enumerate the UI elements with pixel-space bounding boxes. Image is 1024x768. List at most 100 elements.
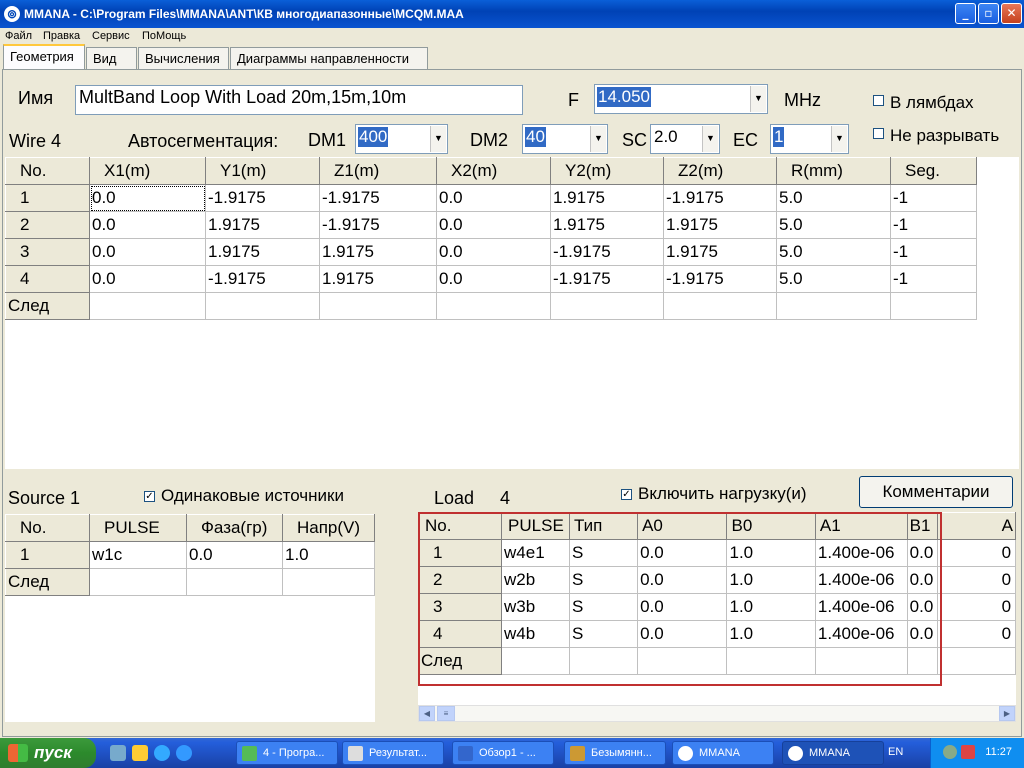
alert-icon[interactable] — [961, 745, 975, 759]
grid-cell[interactable]: 0.0 — [906, 593, 938, 621]
load-col-b1[interactable]: B1 — [906, 512, 938, 540]
chevron-down-icon[interactable]: ▼ — [430, 126, 446, 152]
grid-cell[interactable]: 1.9175 — [205, 211, 320, 239]
grid-cell[interactable]: 5.0 — [776, 265, 891, 293]
dm2-combo[interactable]: 40 ▼ — [522, 124, 608, 154]
grid-cell[interactable]: -1.9175 — [319, 211, 437, 239]
row-header-next[interactable]: След — [5, 568, 90, 596]
clock[interactable]: 11:27 — [985, 746, 1012, 758]
menu-service[interactable]: Сервис — [92, 30, 130, 42]
source-col-no[interactable]: No. — [5, 514, 90, 542]
grid-cell[interactable]: -1 — [890, 265, 977, 293]
grid-cell[interactable]: 1.9175 — [663, 238, 777, 266]
grid-cell[interactable]: 1.400e-06 — [814, 566, 908, 594]
grid-cell[interactable]: w1c — [89, 541, 187, 569]
maximize-button[interactable]: ▫ — [978, 3, 999, 24]
title-bar[interactable]: ⊚ MMANA - C:\Program Files\MMANA\ANT\КВ … — [0, 0, 1024, 28]
grid-cell[interactable]: 0 — [936, 593, 1016, 621]
load-col-type[interactable]: Тип — [568, 512, 639, 540]
grid-cell[interactable]: 1.0 — [282, 541, 375, 569]
grid-cell[interactable]: -1.9175 — [550, 238, 664, 266]
wire-col-seg[interactable]: Seg. — [890, 157, 977, 185]
taskbar-item[interactable]: MMANA — [672, 741, 774, 765]
grid-cell[interactable]: w3b — [501, 593, 570, 621]
grid-cell[interactable]: 1.400e-06 — [814, 620, 908, 648]
chevron-down-icon[interactable]: ▼ — [750, 86, 766, 112]
grid-cell[interactable]: 0.0 — [186, 541, 283, 569]
start-button[interactable]: пуск — [0, 738, 96, 768]
grid-cell[interactable]: 0.0 — [89, 265, 206, 293]
grid-cell[interactable]: 0.0 — [436, 238, 551, 266]
row-header[interactable]: 1 — [5, 184, 90, 212]
wire-col-r[interactable]: R(mm) — [776, 157, 891, 185]
grid-cell[interactable]: -1 — [890, 238, 977, 266]
grid-cell[interactable]: 1.9175 — [550, 184, 664, 212]
row-header[interactable]: 4 — [5, 265, 90, 293]
grid-cell[interactable] — [726, 647, 816, 675]
grid-cell[interactable]: 1.9175 — [319, 238, 437, 266]
grid-cell[interactable]: 5.0 — [776, 184, 891, 212]
wire-col-x2[interactable]: X2(m) — [436, 157, 551, 185]
grid-cell[interactable] — [568, 647, 639, 675]
checkbox-icon[interactable] — [873, 128, 884, 139]
wire-grid[interactable]: No. X1(m) Y1(m) Z1(m) X2(m) Y2(m) Z2(m) … — [5, 157, 1019, 469]
wire-col-no[interactable]: No. — [5, 157, 90, 185]
grid-cell[interactable]: S — [568, 539, 639, 567]
grid-cell[interactable] — [89, 292, 206, 320]
row-header[interactable]: 3 — [418, 593, 503, 621]
name-input[interactable]: MultBand Loop With Load 20m,15m,10m — [75, 85, 523, 115]
grid-cell[interactable]: 0.0 — [436, 265, 551, 293]
grid-cell[interactable]: 0.0 — [906, 539, 938, 567]
nobreak-checkbox[interactable]: Не разрывать — [873, 126, 999, 146]
load-grid[interactable]: No. PULSE Тип A0 B0 A1 B1 A 1 w4e1 S 0.0… — [418, 512, 1016, 705]
grid-cell[interactable]: w4e1 — [501, 539, 570, 567]
grid-cell[interactable]: 0.0 — [637, 566, 728, 594]
row-header[interactable]: 2 — [418, 566, 503, 594]
source-grid[interactable]: No. PULSE Фаза(гр) Напр(V) 1 w1c 0.0 1.0… — [5, 514, 375, 722]
grid-cell[interactable]: S — [568, 593, 639, 621]
grid-cell[interactable]: 0 — [936, 620, 1016, 648]
grid-cell[interactable]: 1.400e-06 — [814, 593, 908, 621]
load-col-no[interactable]: No. — [418, 512, 503, 540]
grid-cell[interactable]: 0.0 — [436, 211, 551, 239]
taskbar-item[interactable]: Обзор1 - ... — [452, 741, 554, 765]
app-icon[interactable]: ⊚ — [4, 6, 20, 22]
grid-cell[interactable]: w2b — [501, 566, 570, 594]
chevron-down-icon[interactable]: ▼ — [702, 126, 718, 152]
grid-cell[interactable]: S — [568, 566, 639, 594]
sc-combo[interactable]: 2.0 ▼ — [650, 124, 720, 154]
grid-cell[interactable]: 1.0 — [726, 539, 816, 567]
grid-cell[interactable] — [906, 647, 938, 675]
grid-cell[interactable] — [776, 292, 891, 320]
grid-cell[interactable]: -1.9175 — [550, 265, 664, 293]
grid-cell[interactable]: 0.0 — [436, 184, 551, 212]
grid-cell[interactable] — [205, 292, 320, 320]
grid-cell[interactable]: 1.9175 — [319, 265, 437, 293]
grid-cell[interactable] — [186, 568, 283, 596]
grid-cell[interactable]: 0.0 — [906, 566, 938, 594]
wire-col-x1[interactable]: X1(m) — [89, 157, 206, 185]
tab-patterns[interactable]: Диаграммы направленности — [230, 47, 428, 69]
wire-col-z1[interactable]: Z1(m) — [319, 157, 437, 185]
grid-cell[interactable]: 5.0 — [776, 211, 891, 239]
source-col-voltage[interactable]: Напр(V) — [282, 514, 375, 542]
language-indicator[interactable]: EN — [888, 746, 903, 758]
tab-calculations[interactable]: Вычисления — [138, 47, 229, 69]
menu-edit[interactable]: Правка — [43, 30, 80, 42]
grid-cell[interactable]: -1.9175 — [663, 265, 777, 293]
load-col-b0[interactable]: B0 — [726, 512, 816, 540]
minimize-button[interactable]: _ — [955, 3, 976, 24]
row-header[interactable]: 2 — [5, 211, 90, 239]
chevron-down-icon[interactable]: ▼ — [590, 126, 606, 152]
grid-cell[interactable]: 0.0 — [637, 593, 728, 621]
tab-geometry[interactable]: Геометрия — [3, 44, 85, 69]
grid-cell[interactable]: 1.0 — [726, 593, 816, 621]
show-desktop-icon[interactable] — [110, 745, 126, 761]
row-header[interactable]: 1 — [5, 541, 90, 569]
grid-cell[interactable]: 0.0 — [89, 184, 206, 212]
grid-cell[interactable]: 0.0 — [637, 620, 728, 648]
grid-cell[interactable] — [890, 292, 977, 320]
menu-help[interactable]: ПоМощь — [142, 30, 186, 42]
taskbar-item[interactable]: 4 - Програ... — [236, 741, 338, 765]
lambda-checkbox[interactable]: В лямбдах — [873, 93, 974, 113]
